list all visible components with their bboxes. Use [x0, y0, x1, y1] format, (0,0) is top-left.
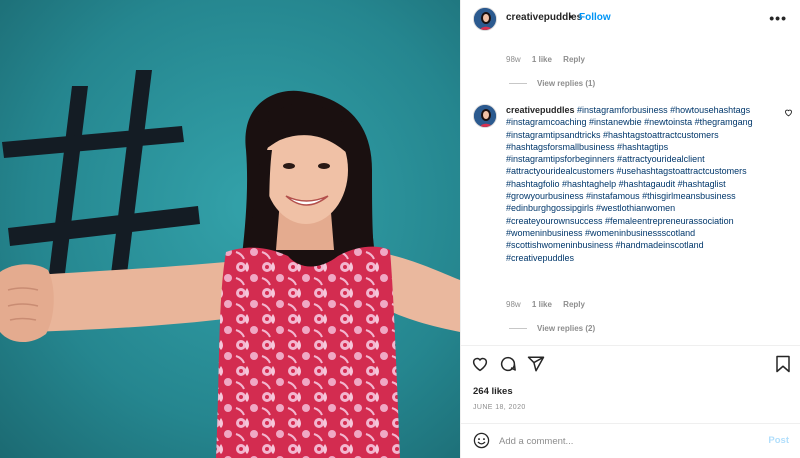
comment-age: 98w	[506, 55, 521, 64]
separator-dot: •	[569, 12, 573, 23]
comment-hashtags[interactable]: #instagramforbusiness #howtousehashtags …	[506, 105, 753, 263]
avatar[interactable]	[473, 7, 497, 31]
post-photo[interactable]	[0, 0, 460, 458]
comment-text: creativepuddles #instagramforbusiness #h…	[506, 104, 766, 264]
reply-button[interactable]: Reply	[563, 300, 585, 309]
heart-icon[interactable]	[471, 355, 489, 373]
replies-line	[509, 328, 527, 329]
comment-age: 98w	[506, 300, 521, 309]
post-button[interactable]: Post	[768, 435, 789, 446]
comment-username[interactable]: creativepuddles	[506, 105, 575, 115]
comment-input[interactable]	[499, 432, 749, 450]
avatar[interactable]	[473, 104, 497, 128]
share-icon[interactable]	[527, 355, 545, 373]
post-image	[0, 0, 460, 458]
divider	[461, 345, 800, 346]
action-bar	[461, 355, 800, 379]
view-replies-label: View replies (1)	[537, 79, 596, 88]
follow-button[interactable]: Follow	[579, 12, 611, 23]
bookmark-icon[interactable]	[775, 355, 791, 373]
view-replies-label: View replies (2)	[537, 324, 596, 333]
post-date[interactable]: JUNE 18, 2020	[473, 404, 526, 411]
replies-line	[509, 83, 527, 84]
post-details-panel: creativepuddles • Follow ••• 98w 1 like …	[460, 0, 800, 458]
like-count[interactable]: 264 likes	[473, 386, 513, 397]
comment-icon[interactable]	[499, 355, 517, 373]
view-replies-button[interactable]: View replies (1)	[509, 79, 595, 88]
reply-button[interactable]: Reply	[563, 55, 585, 64]
more-options-icon[interactable]: •••	[769, 10, 787, 26]
comment-meta: 98w 1 like Reply	[506, 55, 594, 64]
comment-meta: 98w 1 like Reply	[506, 300, 594, 309]
view-replies-button[interactable]: View replies (2)	[509, 324, 595, 333]
emoji-icon[interactable]	[473, 432, 490, 449]
post-header: creativepuddles • Follow •••	[461, 0, 800, 38]
comment-likes[interactable]: 1 like	[532, 300, 552, 309]
comment-likes[interactable]: 1 like	[532, 55, 552, 64]
heart-icon[interactable]	[784, 108, 793, 117]
comment-composer: Post	[461, 424, 800, 458]
